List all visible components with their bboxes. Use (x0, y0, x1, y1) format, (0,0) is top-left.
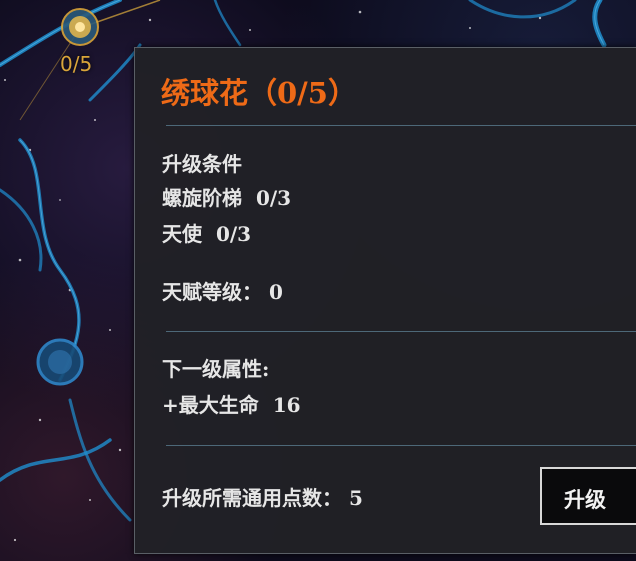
upgrade-cost-label: 升级所需通用点数： (162, 486, 342, 510)
talent-level-label: 天赋等级： (162, 280, 262, 304)
upgrade-cost-row: 升级所需通用点数： 5 (162, 482, 363, 511)
node-progress-counter: 0/5 (60, 52, 93, 76)
talent-level-row: 天赋等级： 0 (162, 276, 283, 305)
requirements-header: 升级条件 (162, 152, 242, 176)
upgrade-button[interactable]: 升级 (540, 467, 636, 525)
talent-node-locked[interactable] (36, 338, 84, 386)
talent-tooltip-panel: 绣球花（0/5） 升级条件 螺旋阶梯 0/3 天使 0/3 天赋等级： 0 下一… (134, 47, 636, 554)
upgrade-button-label: 升级 (564, 487, 606, 512)
requirement-name: 天使 (162, 222, 202, 246)
requirement-row: 天使 0/3 (162, 218, 251, 247)
divider (166, 331, 636, 332)
talent-node-hydrangea[interactable] (61, 8, 99, 46)
talent-level-value: 0 (268, 280, 283, 304)
next-level-bonus-row: +最大生命 16 (162, 389, 301, 418)
divider (166, 445, 636, 446)
requirement-progress: 0/3 (215, 222, 252, 246)
requirement-name: 螺旋阶梯 (162, 186, 242, 210)
divider (166, 125, 636, 126)
next-level-bonus-value: 16 (272, 393, 301, 417)
upgrade-cost-value: 5 (348, 486, 363, 510)
requirement-progress: 0/3 (255, 186, 292, 210)
talent-title: 绣球花（0/5） (161, 76, 357, 110)
next-level-header: 下一级属性: (162, 357, 270, 381)
next-level-bonus: +最大生命 (162, 393, 259, 417)
requirement-row: 螺旋阶梯 0/3 (162, 182, 291, 211)
